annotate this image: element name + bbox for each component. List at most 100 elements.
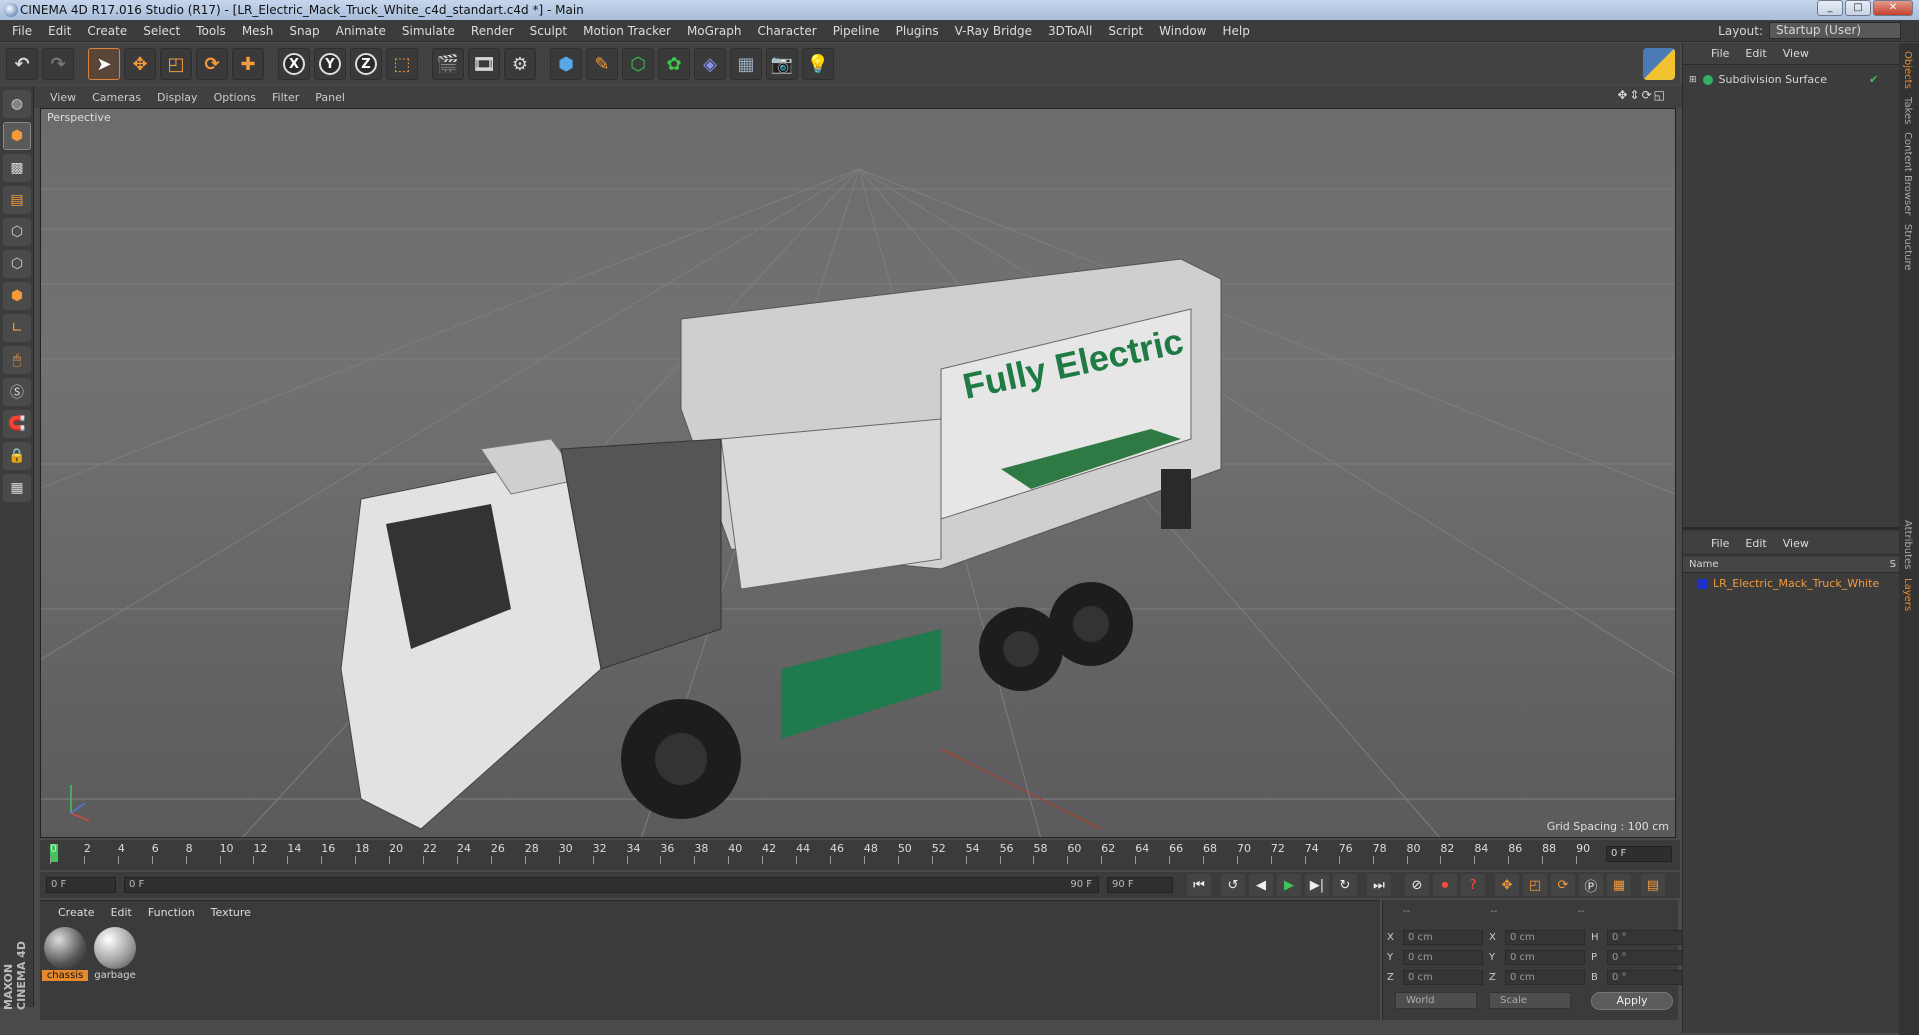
rotation-h-field[interactable]: 0 ° xyxy=(1607,930,1687,945)
material-garbage[interactable]: garbage xyxy=(92,927,138,981)
deformer-icon[interactable]: ◈ xyxy=(694,48,726,80)
layer-row[interactable]: LR_Electric_Mack_Truck_White xyxy=(1697,577,1879,590)
minimize-button[interactable]: _ xyxy=(1817,0,1843,16)
viewport-navigation-icons[interactable]: ✥⇕⟳◱ xyxy=(1617,88,1667,102)
tab-content-browser[interactable]: Content Browser xyxy=(1902,132,1913,215)
menu-render[interactable]: Render xyxy=(463,24,522,38)
nurbs-icon[interactable]: ⬡ xyxy=(622,48,654,80)
menu-snap[interactable]: Snap xyxy=(281,24,327,38)
model-mode-icon[interactable]: ⬢ xyxy=(3,122,31,150)
coordinate-system-icon[interactable]: ⬚ xyxy=(386,48,418,80)
edges-mode-icon[interactable]: ⬡ xyxy=(3,250,31,278)
position-x-field[interactable]: 0 cm xyxy=(1403,930,1483,945)
object-menu-view[interactable]: View xyxy=(1775,47,1817,60)
lock-workplane-icon[interactable]: 🔒 xyxy=(3,442,31,470)
menu-sculpt[interactable]: Sculpt xyxy=(522,24,575,38)
current-frame-field[interactable]: 0 F xyxy=(1606,846,1672,862)
prev-frame-icon[interactable]: ◀ xyxy=(1249,874,1273,896)
viewport-menu-filter[interactable]: Filter xyxy=(264,91,307,104)
key-scale-icon[interactable]: ◰ xyxy=(1523,874,1547,896)
key-pla-icon[interactable]: ▦ xyxy=(1607,874,1631,896)
render-settings-icon[interactable]: ⚙ xyxy=(504,48,536,80)
menu-script[interactable]: Script xyxy=(1100,24,1151,38)
maximize-button[interactable]: □ xyxy=(1845,0,1871,16)
tab-attributes[interactable]: Attributes xyxy=(1902,520,1913,569)
menu-file[interactable]: File xyxy=(4,24,40,38)
object-row-subdivision-surface[interactable]: ⊞ Subdivision Surface ✔ xyxy=(1689,73,1878,86)
menu-simulate[interactable]: Simulate xyxy=(394,24,463,38)
make-editable-icon[interactable]: ◍ xyxy=(3,90,31,118)
rotation-p-field[interactable]: 0 ° xyxy=(1607,950,1687,965)
material-menu-edit[interactable]: Edit xyxy=(103,906,140,919)
coord-mode-dropdown[interactable]: Scale xyxy=(1489,992,1571,1009)
position-y-field[interactable]: 0 cm xyxy=(1403,950,1483,965)
object-menu-edit[interactable]: Edit xyxy=(1737,47,1774,60)
layer-menu-file[interactable]: File xyxy=(1703,537,1737,550)
material-menu-texture[interactable]: Texture xyxy=(203,906,259,919)
start-frame-field[interactable]: 0 F xyxy=(46,877,116,893)
tab-layers[interactable]: Layers xyxy=(1902,578,1913,611)
size-y-field[interactable]: 0 cm xyxy=(1505,950,1585,965)
rotation-b-field[interactable]: 0 ° xyxy=(1607,970,1687,985)
menu-animate[interactable]: Animate xyxy=(328,24,394,38)
menu-select[interactable]: Select xyxy=(135,24,188,38)
menu-create[interactable]: Create xyxy=(79,24,135,38)
polygons-mode-icon[interactable]: ⬢ xyxy=(3,282,31,310)
undo-icon[interactable]: ↶ xyxy=(6,48,38,80)
material-chassis[interactable]: chassis xyxy=(42,927,88,981)
size-z-field[interactable]: 0 cm xyxy=(1505,970,1585,985)
viewport-menu-display[interactable]: Display xyxy=(149,91,206,104)
prev-key-icon[interactable]: ↺ xyxy=(1221,874,1245,896)
timeline-ruler[interactable]: 0 2 4 6 8 10 12 14 16 18 20 22 24 26 28 30 32 34 36 38 40 42 4… xyxy=(50,842,1610,868)
axis-y-button[interactable]: Y xyxy=(314,48,346,80)
live-select-icon[interactable]: ✚ xyxy=(232,48,264,80)
record-keys-icon[interactable]: ⏺ xyxy=(1433,874,1457,896)
viewport-menu-cameras[interactable]: Cameras xyxy=(84,91,149,104)
menu-edit[interactable]: Edit xyxy=(40,24,79,38)
enable-check-icon[interactable]: ✔ xyxy=(1869,73,1878,86)
layer-menu-edit[interactable]: Edit xyxy=(1737,537,1774,550)
magnet-icon[interactable]: 🧲 xyxy=(3,410,31,438)
menu-character[interactable]: Character xyxy=(749,24,824,38)
apply-button[interactable]: Apply xyxy=(1591,992,1673,1010)
menu-tools[interactable]: Tools xyxy=(188,24,234,38)
key-param-icon[interactable]: Ⓟ xyxy=(1579,874,1603,896)
menu-motion-tracker[interactable]: Motion Tracker xyxy=(575,24,679,38)
position-z-field[interactable]: 0 cm xyxy=(1403,970,1483,985)
points-mode-icon[interactable]: ⬡ xyxy=(3,218,31,246)
close-button[interactable]: ✕ xyxy=(1873,0,1913,16)
record-disabled-icon[interactable]: ⊘ xyxy=(1405,874,1429,896)
menu-mesh[interactable]: Mesh xyxy=(234,24,282,38)
tab-structure[interactable]: Structure xyxy=(1902,224,1913,271)
coord-system-dropdown[interactable]: World xyxy=(1395,992,1477,1009)
expand-icon[interactable]: ⊞ xyxy=(1689,75,1697,85)
menu-vray-bridge[interactable]: V-Ray Bridge xyxy=(947,24,1040,38)
scale-icon[interactable]: ◰ xyxy=(160,48,192,80)
layer-menu-view[interactable]: View xyxy=(1775,537,1817,550)
menu-3dtoall[interactable]: 3DToAll xyxy=(1040,24,1100,38)
tweak-mode-icon[interactable]: 🖱 xyxy=(3,346,31,374)
viewport-menu-panel[interactable]: Panel xyxy=(307,91,353,104)
workplane-icon[interactable]: ▤ xyxy=(3,186,31,214)
material-menu-function[interactable]: Function xyxy=(140,906,203,919)
play-icon[interactable]: ▶ xyxy=(1277,874,1301,896)
move-icon[interactable]: ✥ xyxy=(124,48,156,80)
menu-plugins[interactable]: Plugins xyxy=(888,24,947,38)
rotate-icon[interactable]: ⟳ xyxy=(196,48,228,80)
layout-dropdown[interactable]: Startup (User) xyxy=(1769,22,1901,39)
timeline-window-icon[interactable]: ▤ xyxy=(1641,874,1665,896)
go-to-end-icon[interactable]: ⏭ xyxy=(1367,874,1391,896)
size-x-field[interactable]: 0 cm xyxy=(1505,930,1585,945)
snap-icon[interactable]: Ⓢ xyxy=(3,378,31,406)
next-frame-icon[interactable]: ▶| xyxy=(1305,874,1329,896)
tab-objects[interactable]: Objects xyxy=(1902,51,1913,89)
menu-pipeline[interactable]: Pipeline xyxy=(825,24,888,38)
camera-icon[interactable]: 📷 xyxy=(766,48,798,80)
key-rotation-icon[interactable]: ⟳ xyxy=(1551,874,1575,896)
autokey-icon[interactable]: ? xyxy=(1461,874,1485,896)
planar-workplane-icon[interactable]: ▦ xyxy=(3,474,31,502)
material-menu-create[interactable]: Create xyxy=(50,906,103,919)
axis-z-button[interactable]: Z xyxy=(350,48,382,80)
menu-mograph[interactable]: MoGraph xyxy=(679,24,750,38)
redo-icon[interactable]: ↷ xyxy=(42,48,74,80)
